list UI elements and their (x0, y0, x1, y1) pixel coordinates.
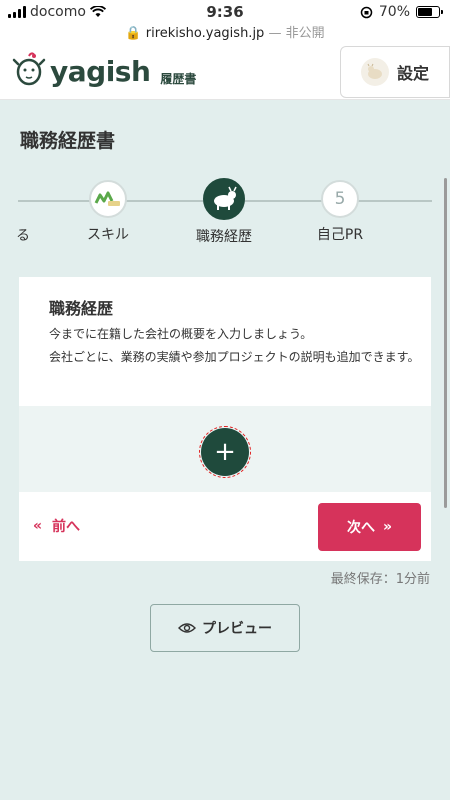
preview-button[interactable]: プレビュー (150, 604, 300, 652)
nav-row: « 前へ 次へ » (19, 492, 431, 561)
step-self-pr[interactable]: 5 自己PR (290, 180, 390, 244)
logo-text: yagish (50, 54, 151, 88)
lock-icon: 🔒 (125, 26, 142, 41)
card-desc-line1: 今までに在籍した会社の概要を入力しましょう。 (49, 327, 313, 341)
double-chevron-right-icon: » (382, 519, 393, 535)
url-privacy: — 非公開 (264, 26, 325, 41)
step-skill-label: スキル (87, 227, 129, 243)
battery-percent: 70% (378, 4, 410, 20)
scrollbar[interactable] (444, 178, 447, 508)
url-bar[interactable]: 🔒 rirekisho.yagish.jp — 非公開 (0, 22, 450, 44)
step-self-pr-label: 自己PR (316, 227, 364, 243)
card-description: 今までに在籍した会社の概要を入力しましょう。 会社ごとに、業務の実績や参加プロジ… (49, 323, 421, 369)
prev-button[interactable]: « 前へ (33, 516, 80, 536)
page-title: 職務経歴書 (20, 130, 116, 152)
add-company-button[interactable]: + (199, 426, 251, 478)
prev-label: 前へ (52, 519, 81, 535)
goat-icon (203, 178, 245, 220)
add-area: + (19, 406, 431, 492)
preview-label: プレビュー (202, 621, 272, 637)
step-work-history[interactable]: 職務経歴 (174, 178, 274, 246)
card-desc-line2: 会社ごとに、業務の実績や参加プロジェクトの説明も追加できます。 (49, 350, 420, 364)
step-partial-label: る (16, 228, 30, 244)
step-skill[interactable]: スキル (58, 180, 158, 244)
app-header: yagish 履歴書 設定 (0, 44, 450, 100)
save-status: 最終保存：1分前 (330, 572, 430, 587)
settings-button[interactable]: 設定 (340, 46, 450, 98)
goat-logo-icon (12, 52, 46, 86)
main-content: 職務経歴書 る スキル 職務経歴 5 自己PR 職務経歴 今までに在籍した会社の… (0, 100, 450, 800)
card-title: 職務経歴 (49, 299, 114, 318)
step-work-history-label: 職務経歴 (196, 229, 252, 245)
status-bar: docomo 9:36 70% (0, 0, 450, 24)
double-chevron-left-icon: « (33, 518, 43, 534)
battery-icon (416, 6, 443, 18)
settings-goat-icon (360, 58, 389, 86)
next-button[interactable]: 次へ » (318, 503, 421, 551)
eye-icon (178, 623, 196, 633)
work-history-card: 職務経歴 今までに在籍した会社の概要を入力しましょう。 会社ごとに、業務の実績や… (19, 277, 431, 561)
skill-icon (89, 180, 127, 218)
next-label: 次へ (346, 520, 375, 536)
url-domain: rirekisho.yagish.jp (145, 26, 265, 41)
status-right: 70% (360, 4, 443, 20)
step-number-5: 5 (321, 180, 359, 218)
settings-label: 設定 (396, 64, 429, 83)
logo[interactable]: yagish 履歴書 (12, 52, 196, 90)
rotation-lock-icon (360, 6, 373, 18)
logo-subtitle: 履歴書 (160, 71, 197, 86)
progress-stepper: る スキル 職務経歴 5 自己PR (0, 178, 432, 250)
